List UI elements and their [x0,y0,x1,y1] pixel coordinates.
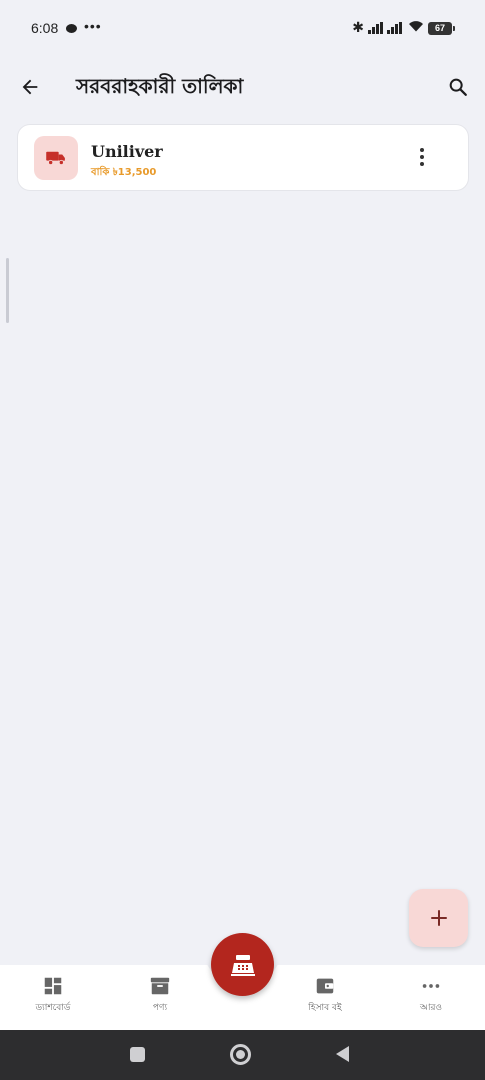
scroll-indicator[interactable] [6,258,9,323]
nav-label: হিসাব বই [308,1003,342,1013]
signal-icon [387,22,402,34]
truck-icon [46,151,65,166]
nav-dashboard[interactable]: ড্যাশবোর্ড [18,975,88,1015]
status-time: 6:08 [31,20,59,36]
supplier-name: Uniliver [91,142,163,161]
bluetooth-icon: ✱ [352,20,364,36]
wifi-icon [408,20,424,36]
signal-icon [368,22,383,34]
battery-icon: 67 [428,21,455,35]
recents-icon[interactable] [130,1047,145,1062]
system-back-icon[interactable] [336,1046,349,1062]
more-vertical-icon[interactable] [412,145,432,169]
nav-ledger[interactable]: হিসাব বই [290,975,360,1015]
supplier-due: বাকি ৳13,500 [91,167,157,178]
arrow-left-icon [22,79,38,95]
wallet-icon [316,978,334,994]
nav-label: পণ্য [152,1003,168,1013]
page-title: সরবরাহকারী তালিকা [76,74,244,98]
cash-register-icon [230,954,255,976]
pos-button[interactable] [211,933,274,996]
nav-label: ড্যাশবোর্ড [35,1003,71,1013]
app-bar: সরবরাহকারী তালিকা [0,58,485,114]
dashboard-icon [44,977,62,995]
plus-icon [430,910,447,926]
chat-bubble-icon [66,24,77,33]
nav-more[interactable]: আরও [396,975,466,1015]
supplier-card[interactable]: Uniliver বাকি ৳13,500 [18,125,468,190]
status-icons: ✱ 67 [352,20,455,36]
search-icon [449,78,467,96]
back-button[interactable] [14,72,46,102]
search-button[interactable] [443,72,473,102]
add-supplier-button[interactable] [409,889,468,947]
nav-label: আরও [419,1003,443,1013]
archive-box-icon [150,977,170,995]
status-more-dots: ••• [84,18,102,34]
supplier-avatar [34,136,78,180]
status-bar: 6:08 ••• ✱ 67 [0,0,485,58]
more-horizontal-icon [422,984,440,988]
nav-products[interactable]: পণ্য [125,975,195,1015]
home-icon[interactable] [230,1044,251,1065]
